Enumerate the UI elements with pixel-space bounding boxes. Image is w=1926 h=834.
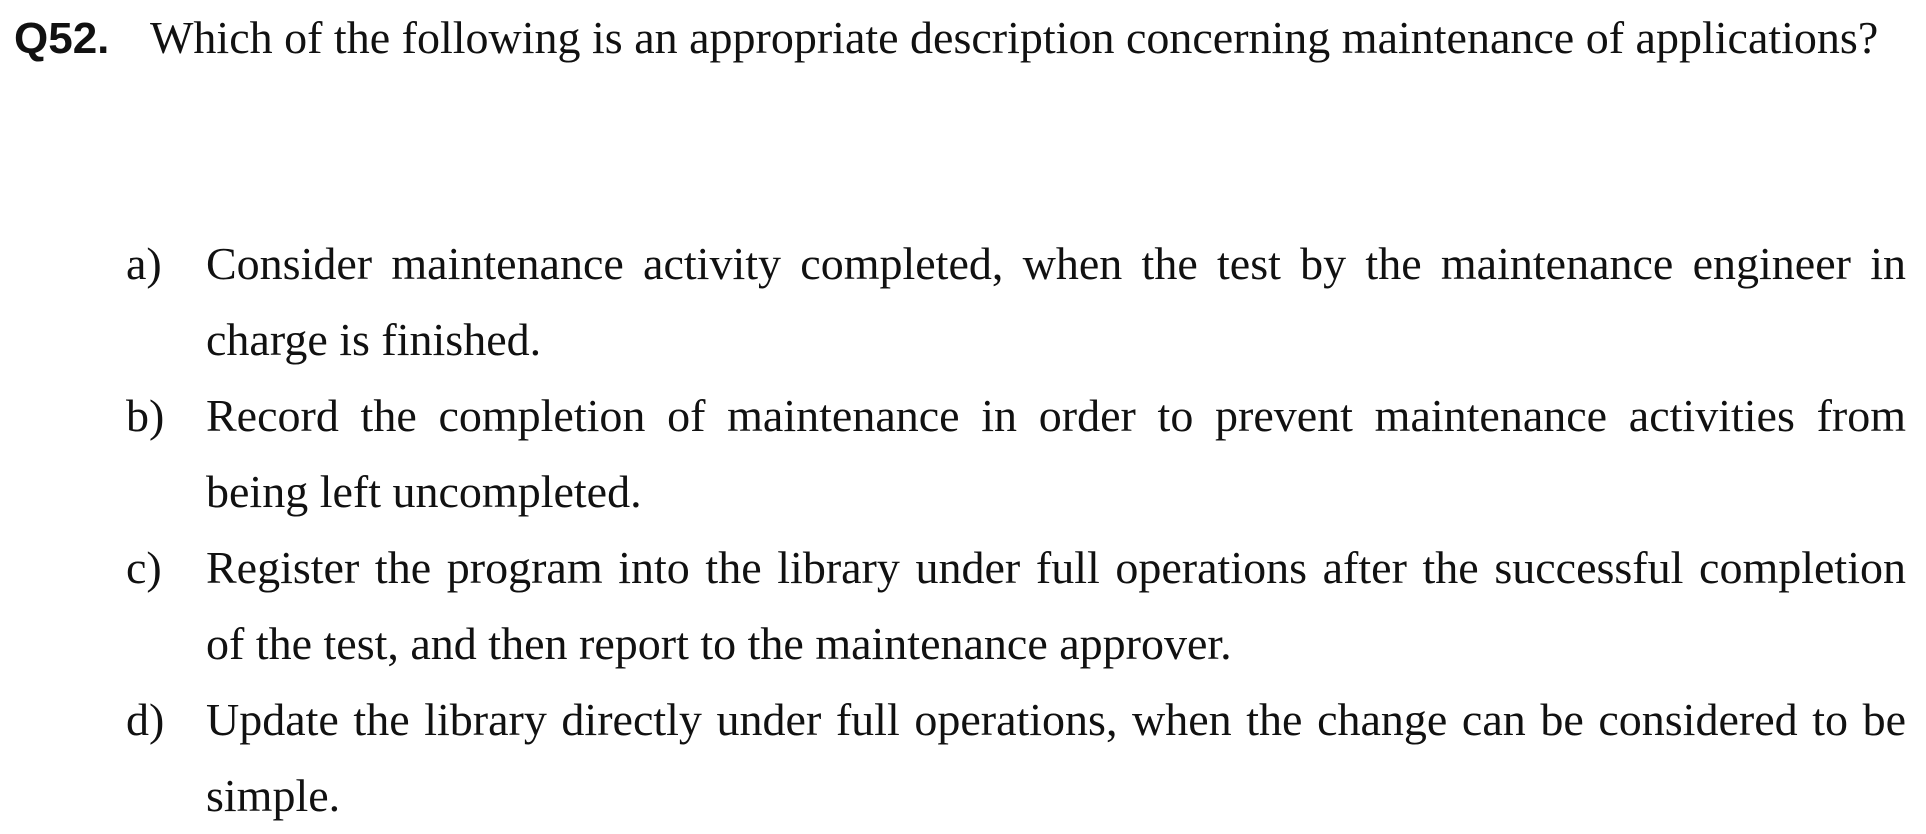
option-c[interactable]: c) Register the program into the library… <box>126 530 1906 682</box>
answer-options: a) Consider maintenance activity complet… <box>126 226 1906 834</box>
option-a[interactable]: a) Consider maintenance activity complet… <box>126 226 1906 378</box>
question-text: Which of the following is an appropriate… <box>150 12 1879 63</box>
option-text: Register the program into the library un… <box>206 542 1906 669</box>
option-b[interactable]: b) Record the completion of maintenance … <box>126 378 1906 530</box>
option-label: d) <box>126 694 165 745</box>
question-line: Q52. Which of the following is an approp… <box>14 0 1906 77</box>
option-d[interactable]: d) Update the library directly under ful… <box>126 682 1906 834</box>
question-number: Q52. <box>14 14 110 63</box>
question-block: Q52. Which of the following is an approp… <box>14 0 1906 77</box>
option-label: c) <box>126 542 162 593</box>
option-label: a) <box>126 238 162 289</box>
option-text: Update the library directly under full o… <box>206 694 1906 821</box>
option-text: Consider maintenance activity completed,… <box>206 238 1906 365</box>
option-text: Record the completion of maintenance in … <box>206 390 1906 517</box>
option-label: b) <box>126 390 165 441</box>
